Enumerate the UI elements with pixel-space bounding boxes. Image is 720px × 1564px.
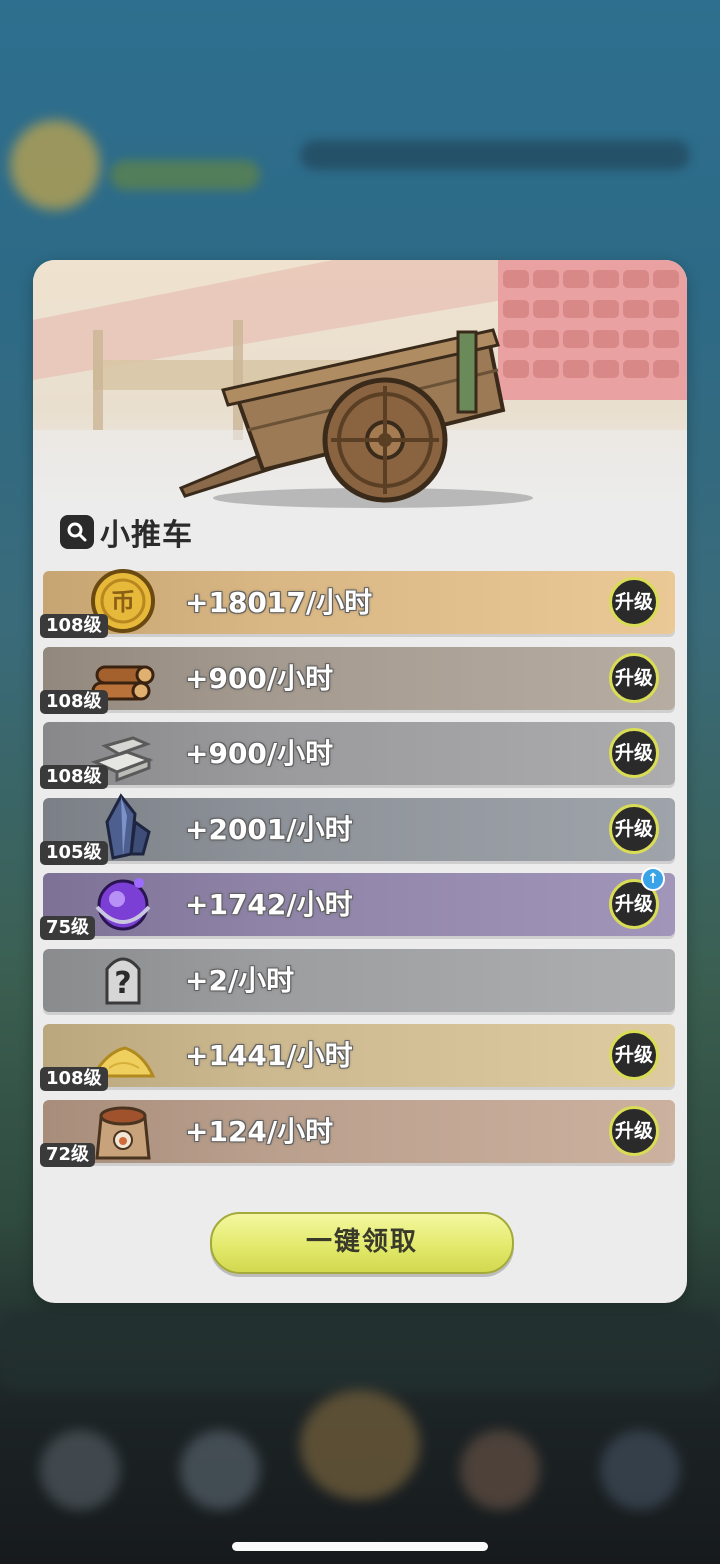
food-sack-icon xyxy=(87,1094,159,1166)
level-badge: 75级 xyxy=(40,916,96,940)
bg-bar-blur xyxy=(0,1310,720,1390)
bg-avatar-blur xyxy=(10,120,100,210)
level-badge: 105级 xyxy=(40,840,108,865)
magic-orb-icon xyxy=(87,867,159,939)
upgrade-button[interactable]: 升级 xyxy=(609,803,659,854)
level-badge: 72级 xyxy=(40,1142,96,1167)
level-badge: 108级 xyxy=(40,689,108,714)
svg-text:币: 币 xyxy=(111,588,135,616)
level-badge: 108级 xyxy=(40,765,108,789)
bg-nav-blur xyxy=(460,1430,540,1510)
resource-list: 币 108级 +18017/小时 升级 108级 +900/小时 升级 108级 +900/小时… xyxy=(40,569,677,1175)
resource-row: 105级 +2001/小时 升级 xyxy=(40,792,675,865)
production-rate: +18017/小时 xyxy=(185,586,373,619)
claim-all-button[interactable]: 一键领取 xyxy=(210,1212,514,1274)
production-rate: +1441/小时 xyxy=(185,1039,353,1072)
production-rate: +124/小时 xyxy=(185,1114,334,1148)
upgrade-available-arrow-icon: ↑ xyxy=(641,867,665,891)
bg-bar-blur xyxy=(110,160,260,190)
resource-row: ? +2/小时 xyxy=(43,948,675,1012)
upgrade-button[interactable]: 升级 xyxy=(609,1105,659,1156)
resource-row: 108级 +1441/小时 升级 xyxy=(40,1024,675,1091)
unknown-item-icon: ? xyxy=(87,943,159,1015)
cart-illustration xyxy=(33,260,687,510)
production-rate: +2/小时 xyxy=(185,963,295,997)
bg-nav-blur xyxy=(600,1430,680,1510)
level-badge: 108级 xyxy=(40,1067,108,1091)
resource-row: 108级 +900/小时 升级 xyxy=(40,646,675,714)
production-rate: +900/小时 xyxy=(185,661,334,695)
resource-row: 75级 +1742/小时 升级 ↑ xyxy=(40,867,675,940)
popup-title: 小推车 xyxy=(100,518,193,553)
production-rate: +1742/小时 xyxy=(185,888,353,921)
upgrade-button[interactable]: 升级 xyxy=(609,728,659,778)
resource-row: 72级 +124/小时 升级 xyxy=(40,1099,675,1167)
level-badge: 108级 xyxy=(40,614,108,638)
production-rate: +2001/小时 xyxy=(185,812,353,846)
bg-nav-blur xyxy=(40,1430,120,1510)
popup-header: 小推车 xyxy=(60,512,193,553)
bg-nav-blur xyxy=(180,1430,260,1510)
cart-popup: 小推车 币 108级 +18017/小时 升级 108级 +900/小时 升级 108级 +90… xyxy=(33,260,687,1303)
magnifier-icon[interactable] xyxy=(60,515,94,549)
resource-row: 币 108级 +18017/小时 升级 xyxy=(40,569,675,638)
resource-row: 108级 +900/小时 升级 xyxy=(40,722,675,789)
upgrade-button[interactable]: 升级 xyxy=(609,1030,659,1080)
upgrade-button[interactable]: 升级 xyxy=(609,577,659,627)
cart-banner xyxy=(33,260,687,510)
bg-bar-blur xyxy=(300,140,690,170)
home-indicator[interactable] xyxy=(232,1542,488,1551)
bg-nav-blur xyxy=(300,1390,420,1500)
svg-text:?: ? xyxy=(114,966,131,1001)
upgrade-button[interactable]: 升级 xyxy=(609,652,659,703)
production-rate: +900/小时 xyxy=(185,737,334,770)
